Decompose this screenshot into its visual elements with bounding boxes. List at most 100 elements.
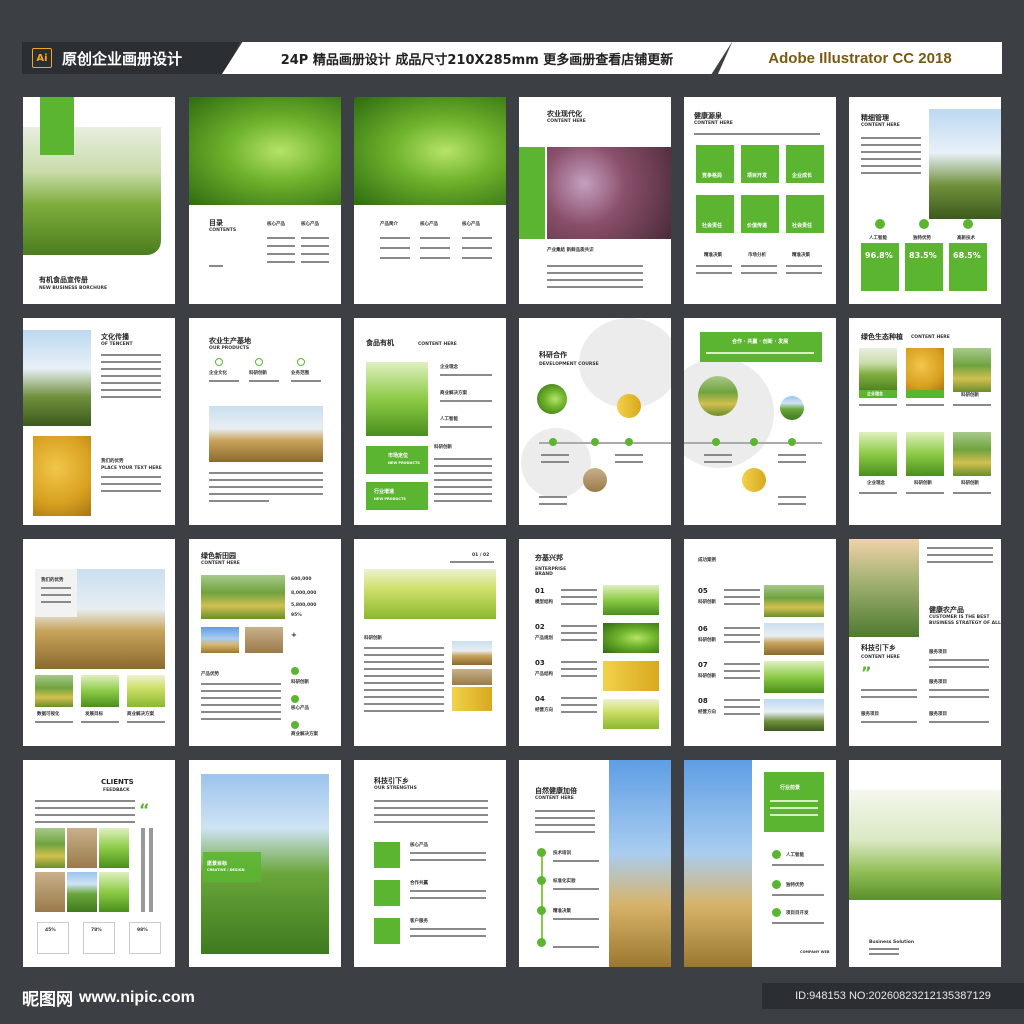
contents-item: 核心产品 <box>301 222 319 227</box>
rice-thumb <box>452 641 492 665</box>
organic-tile-sub: NEW PRODUCTS <box>374 497 406 501</box>
page-cooperation[interactable]: 合作 · 共赢 · 创新 · 发展 <box>684 318 836 525</box>
page-rice-field[interactable]: 01 / 02 科研创新 <box>354 539 506 746</box>
feedback-photo <box>35 872 65 912</box>
page-vision[interactable]: 愿景目标 CREATIVE / DESIGN <box>189 760 341 967</box>
base-subtitle: OUR PRODUCTS <box>209 346 250 351</box>
health-subtitle: CONTENT HERE <box>694 121 733 126</box>
organic-item: 商业解决方案 <box>440 391 467 396</box>
healthy-label: 服务项目 <box>929 650 947 655</box>
brand-photo <box>603 585 659 615</box>
page-contents[interactable]: 目录 CONTENTS 核心产品 核心产品 <box>189 97 341 304</box>
page-modernization[interactable]: 农业现代化 CONTENT HERE 产业集结 新鲜品质共识 <box>519 97 671 304</box>
research-subtitle: DEVELOPMENT COURSE <box>539 362 599 367</box>
brand-photo <box>603 661 659 691</box>
feedback-photo <box>67 872 97 912</box>
organic-tile-label: 行业增速 <box>374 489 395 495</box>
nipic-logo: 昵图网 www.nipic.com <box>22 985 195 1011</box>
eco-label: 企业理念 <box>867 481 885 486</box>
culture-title: 文化传播 <box>101 333 129 341</box>
eco-photo <box>859 348 897 392</box>
modernization-subtitle: CONTENT HERE <box>547 119 586 124</box>
page-cover[interactable]: 有机食品宣传册 NEW BUSINESS BORCHURE <box>23 97 175 304</box>
page-back-cover[interactable]: Business Solution <box>849 760 1001 967</box>
page-eco-planting[interactable]: 绿色生态种植 CONTENT HERE 企业理念 科研创新 企业理念 科研创新 … <box>849 318 1001 525</box>
cover-subtitle: NEW BUSINESS BORCHURE <box>39 286 108 291</box>
health-tile-label: 社会责任 <box>792 223 813 229</box>
header-left-title: 原创企业画册设计 <box>62 49 183 68</box>
organic-tile-label: 市场定位 <box>388 453 409 459</box>
header-left-banner: Ai 原创企业画册设计 <box>22 42 240 74</box>
contents2-photo <box>354 97 506 205</box>
brand-num: 04 <box>535 695 545 703</box>
feedback-photo <box>35 828 65 868</box>
prospect-item: 人工智能 <box>786 853 804 858</box>
strengths-subtitle: OUR STRENGTHS <box>374 786 417 791</box>
timeline-photo <box>617 394 641 418</box>
page-organic-food[interactable]: 食品有机 CONTENT HERE 企业理念 商业解决方案 人工智能 科研创新 … <box>354 318 506 525</box>
greenfield-bullet: 科研创新 <box>291 680 309 685</box>
page-strengths[interactable]: 科技引下乡 OUR STRENGTHS 核心产品 合作共赢 客户服务 <box>354 760 506 967</box>
prospect-item: 独特优势 <box>786 883 804 888</box>
page-success-cases[interactable]: 成功案例 05 科研创新 06 科研创新 07 科研创新 08 经营方向 <box>684 539 836 746</box>
organic-tile-sub: NEW PRODUCTS <box>388 461 420 465</box>
greenfield-label: 产品优势 <box>201 672 219 677</box>
page-culture[interactable]: 文化传播 OF TENCENT 我们的优势 PLACE YOUR TEXT HE… <box>23 318 175 525</box>
healthy-label: 服务项目 <box>929 712 947 717</box>
timeline-photo <box>537 384 567 414</box>
organic-title: 食品有机 <box>366 339 394 347</box>
health-bottom-label: 精准决策 <box>792 253 810 258</box>
stat-label: 人工智能 <box>869 236 887 241</box>
page-advantages[interactable]: 我们的优势 数据可视化 发展目标 商业解决方案 <box>23 539 175 746</box>
header-middle-banner: 24P 精品画册设计 成品尺寸210X285mm 更多画册查看店铺更新 <box>222 42 732 74</box>
cases-num: 07 <box>698 661 708 669</box>
nipic-url[interactable]: www.nipic.com <box>79 989 195 1007</box>
greenfield-subtitle: CONTENT HERE <box>201 561 240 566</box>
brand-label: 模型结构 <box>535 600 553 605</box>
healthy-title: 健康农产品 <box>929 606 964 614</box>
vision-banner <box>203 852 261 882</box>
culture-photo <box>23 330 91 426</box>
page-industry-prospect[interactable]: 行业前景 人工智能 独特优势 项目目开发 COMPANY WEB <box>684 760 836 967</box>
greenfield-photo <box>201 575 285 619</box>
cases-photo <box>764 585 824 617</box>
eco-label: 企业理念 <box>867 391 883 396</box>
research-title: 科研合作 <box>539 351 567 359</box>
advantages-title: 我们的优势 <box>41 578 64 583</box>
brand-num: 03 <box>535 659 545 667</box>
eco-label: 科研创新 <box>961 481 979 486</box>
contents-subtitle: CONTENTS <box>209 228 237 233</box>
brand-label: 经营方向 <box>535 708 553 713</box>
organic-tile[interactable] <box>366 482 428 510</box>
page-green-field[interactable]: 绿色新田园 CONTENT HERE 600,000 8,000,000 5,8… <box>189 539 341 746</box>
timeline-photo <box>742 468 766 492</box>
potato-photo <box>33 436 91 516</box>
page-healthy-produce[interactable]: 健康农产品 CUSTOMER IS THE BEST BUSINESS STRA… <box>849 539 1001 746</box>
greenfield-thumb <box>245 627 283 653</box>
cases-label: 经营方向 <box>698 710 716 715</box>
page-natural-health[interactable]: 自然健康加倍 CONTENT HERE 技术培训 标准化实验 精准决策 <box>519 760 671 967</box>
health-tile-label: 竞争格局 <box>702 173 723 179</box>
page-health-source[interactable]: 健康源泉 CONTENT HERE 竞争格局 项目开发 企业成长 社会责任 价值… <box>684 97 836 304</box>
base-harvest-photo <box>209 406 323 462</box>
organic-tile[interactable] <box>366 446 428 474</box>
eco-title: 绿色生态种植 <box>861 333 903 341</box>
organic-subtitle: CONTENT HERE <box>418 342 457 347</box>
stat-label: 高新技术 <box>957 236 975 241</box>
stat-label: 独特优势 <box>913 236 931 241</box>
eco-label: 科研创新 <box>961 393 979 398</box>
page-enterprise-brand[interactable]: 夯基兴邦 ENTERPRISE BRAND 01 模型结构 02 产品规划 03… <box>519 539 671 746</box>
healthy-subtitle3: CONTENT HERE <box>861 655 900 660</box>
page-production-base[interactable]: 农业生产基地 OUR PRODUCTS 企业文化 科研创新 业务范围 <box>189 318 341 525</box>
organic-photo <box>366 362 428 436</box>
stat-value: 83.5% <box>909 251 937 260</box>
page-contents-2[interactable]: 产品简介 核心产品 核心产品 <box>354 97 506 304</box>
quote-icon: “ <box>139 800 150 819</box>
page-client-feedback[interactable]: CLIENTS FEEDBACK “ 45% 78% 98% <box>23 760 175 967</box>
page-research[interactable]: 科研合作 DEVELOPMENT COURSE <box>519 318 671 525</box>
page-fine-management[interactable]: 精细管理 CONTENT HERE 人工智能 独特优势 高新技术 96.8% 8… <box>849 97 1001 304</box>
strength-label: 合作共赢 <box>410 881 428 886</box>
natural-subtitle: CONTENT HERE <box>535 796 574 801</box>
back-cover-photo <box>849 790 1001 900</box>
plus-icon: + <box>291 631 297 639</box>
